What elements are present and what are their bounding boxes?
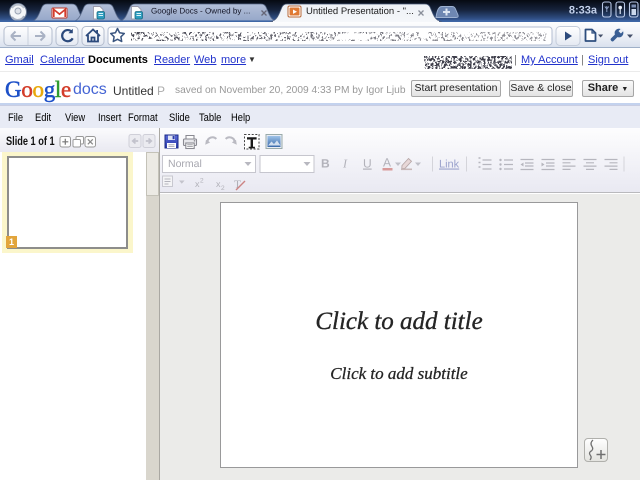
- svg-text:Normal: Normal: [168, 158, 202, 170]
- svg-text:Untitled Presentation - "...: Untitled Presentation - "...: [306, 6, 414, 17]
- svg-text:2: 2: [221, 185, 225, 192]
- svg-text:Link: Link: [439, 159, 460, 171]
- svg-text:I: I: [342, 157, 348, 171]
- svg-text:8:33a: 8:33a: [569, 5, 598, 17]
- svg-text:Google Docs - Owned by ...: Google Docs - Owned by ...: [151, 7, 250, 16]
- svg-text:A: A: [383, 156, 391, 170]
- svg-text:U: U: [363, 157, 372, 171]
- svg-text:B: B: [321, 157, 330, 171]
- svg-text:2: 2: [200, 178, 204, 185]
